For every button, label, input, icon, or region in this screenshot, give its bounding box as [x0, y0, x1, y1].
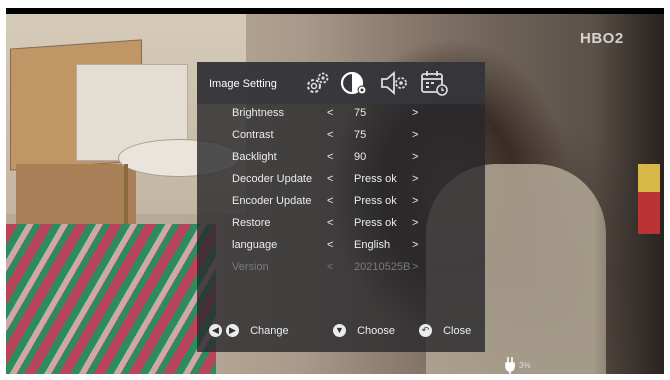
setting-row-encoder-update[interactable]: Encoder Update < Press ok >	[197, 192, 485, 212]
footer-choose-hint: ▼ Choose	[333, 324, 395, 337]
picture-settings-icon[interactable]	[339, 68, 369, 98]
row-label: language	[232, 239, 278, 251]
power-plug-icon: 3%	[505, 357, 531, 374]
svg-text:3%: 3%	[519, 361, 531, 370]
setting-row-decoder-update[interactable]: Decoder Update < Press ok >	[197, 170, 485, 190]
increase-arrow[interactable]: >	[412, 195, 418, 207]
increase-arrow[interactable]: >	[412, 217, 418, 229]
tv-frame: HBO2 3% Image Setting Brightness < 75 > …	[6, 8, 664, 374]
increase-arrow[interactable]: >	[412, 151, 418, 163]
decrease-arrow[interactable]: <	[327, 107, 333, 119]
decrease-arrow[interactable]: <	[327, 195, 333, 207]
menu-header: Image Setting	[197, 62, 485, 104]
row-value: Press ok	[354, 217, 397, 229]
row-label: Contrast	[232, 129, 274, 141]
image-setting-menu: Image Setting Brightness < 75 > Contrast…	[197, 62, 485, 352]
decrease-arrow[interactable]: <	[327, 239, 333, 251]
back-key-icon: ↶	[419, 324, 432, 337]
close-label: Close	[443, 324, 472, 337]
increase-arrow[interactable]: >	[412, 129, 418, 141]
setting-row-version: Version < 20210525B >	[197, 258, 485, 278]
choose-label: Choose	[357, 324, 395, 337]
row-label: Decoder Update	[232, 173, 313, 185]
row-label: Restore	[232, 217, 271, 229]
setting-row-language[interactable]: language < English >	[197, 236, 485, 256]
footer-close-hint: ↶ Close	[419, 324, 471, 337]
increase-arrow[interactable]: >	[412, 173, 418, 185]
row-value: English	[354, 239, 391, 251]
gears-icon[interactable]	[302, 68, 332, 98]
patterned-fabric	[6, 224, 216, 374]
menu-title: Image Setting	[209, 78, 277, 90]
setting-row-contrast[interactable]: Contrast < 75 >	[197, 126, 485, 146]
row-value: 90	[354, 151, 367, 163]
setting-row-brightness[interactable]: Brightness < 75 >	[197, 104, 485, 124]
cardboard-box-lower	[16, 164, 136, 224]
decrease-arrow[interactable]: <	[327, 217, 333, 229]
down-arrow-key-icon: ▼	[333, 324, 346, 337]
decrease-arrow[interactable]: <	[327, 151, 333, 163]
footer-change-hint: ◀ ▶ Change	[209, 324, 289, 337]
decrease-arrow[interactable]: <	[327, 173, 333, 185]
row-label: Encoder Update	[232, 195, 312, 207]
row-value: 75	[354, 107, 367, 119]
increase-arrow[interactable]: >	[412, 239, 418, 251]
channel-logo: HBO2	[580, 30, 624, 47]
audio-settings-icon[interactable]	[379, 68, 409, 98]
row-label: Version	[232, 261, 269, 273]
setting-row-restore[interactable]: Restore < Press ok >	[197, 214, 485, 234]
row-value: Press ok	[354, 173, 397, 185]
increase-arrow[interactable]: >	[412, 107, 418, 119]
row-label: Brightness	[232, 107, 284, 119]
row-value: Press ok	[354, 195, 397, 207]
row-label: Backlight	[232, 151, 277, 163]
row-value: 75	[354, 129, 367, 141]
flag-decor	[638, 164, 660, 234]
left-arrow-key-icon: ◀	[209, 324, 222, 337]
row-value: 20210525B	[354, 261, 411, 273]
decrease-arrow[interactable]: <	[327, 129, 333, 141]
setting-row-backlight[interactable]: Backlight < 90 >	[197, 148, 485, 168]
change-label: Change	[250, 324, 289, 337]
increase-arrow: >	[412, 261, 419, 273]
calendar-settings-icon[interactable]	[419, 68, 449, 98]
right-arrow-key-icon: ▶	[226, 324, 239, 337]
decrease-arrow: <	[327, 261, 334, 273]
